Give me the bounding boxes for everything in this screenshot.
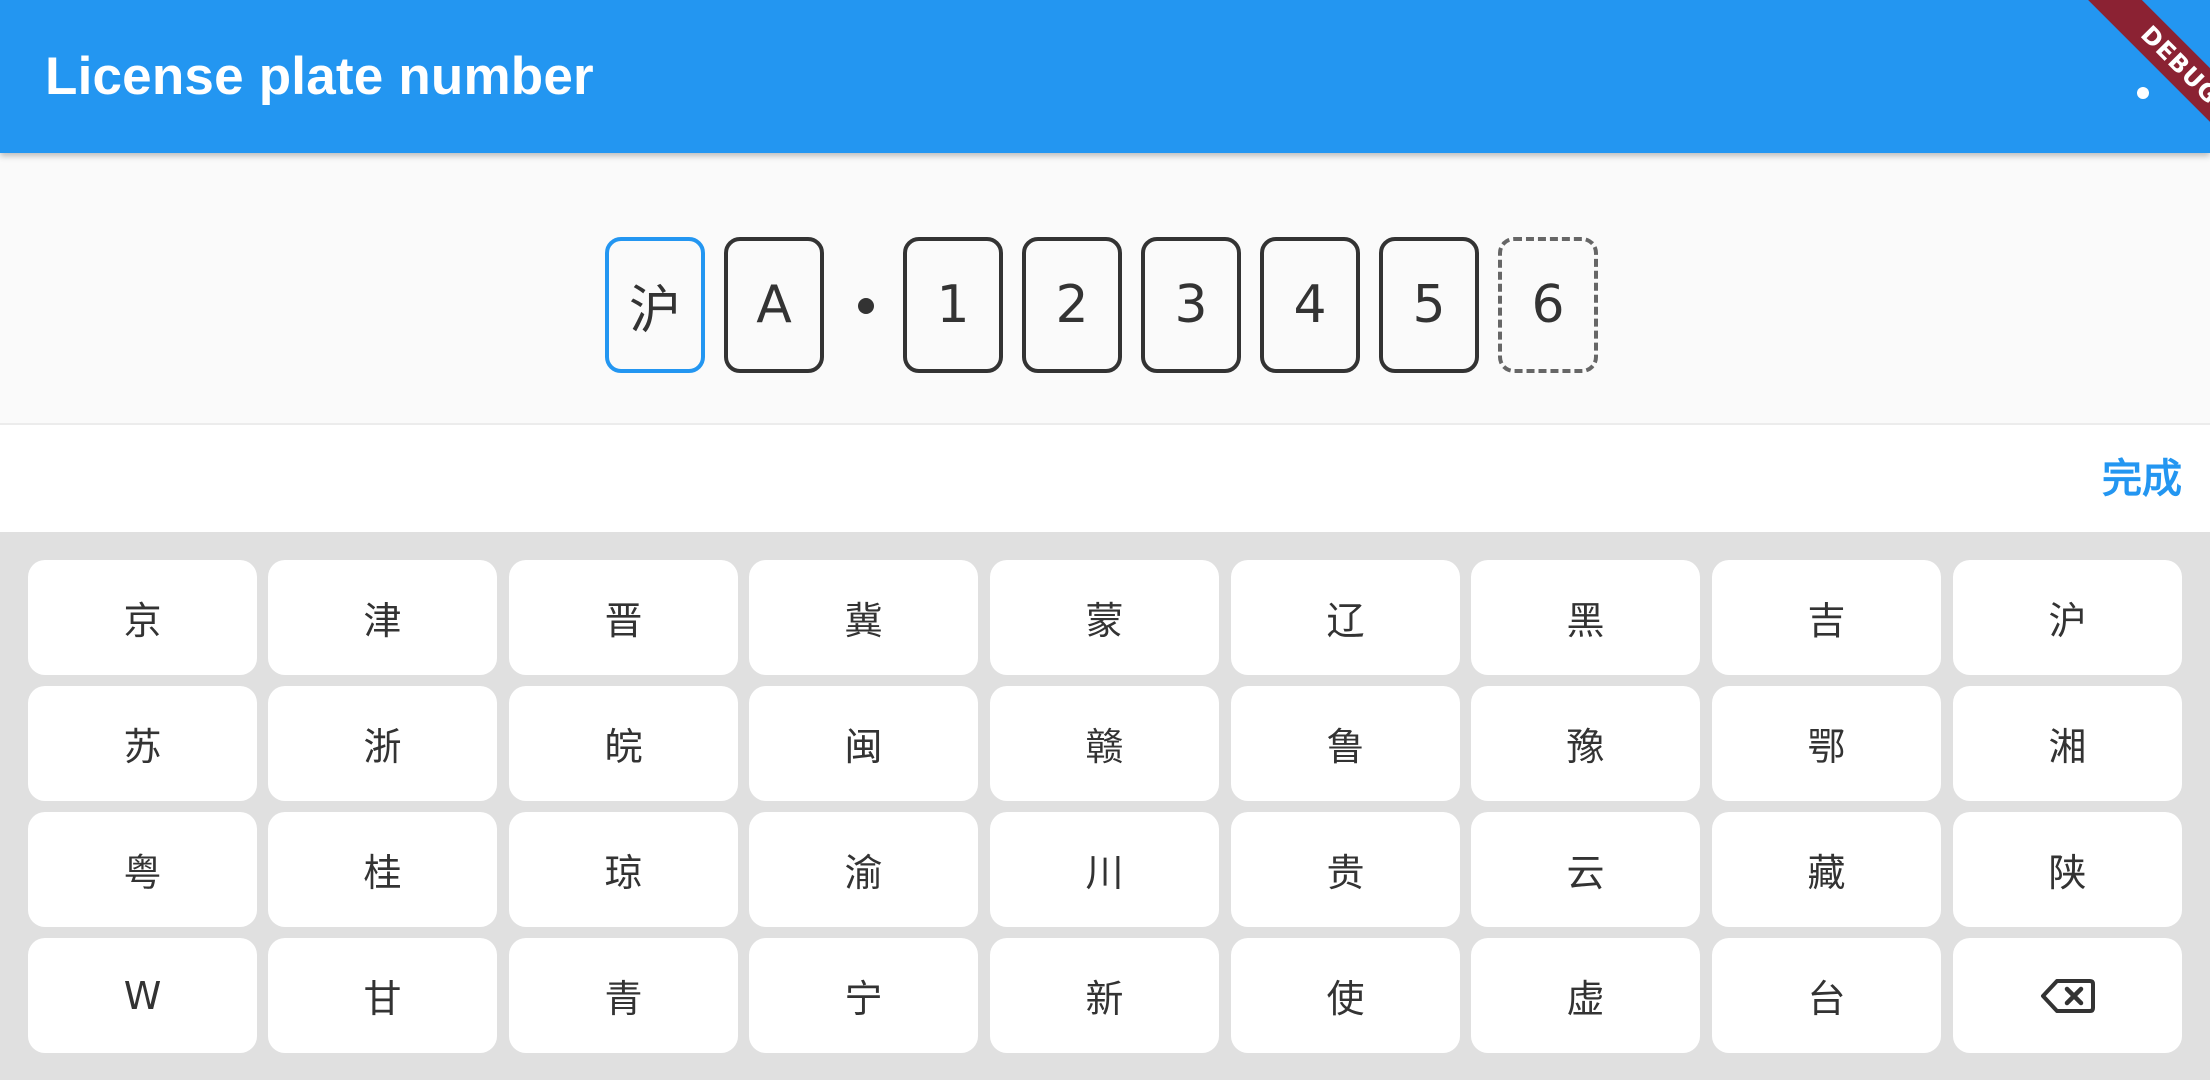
key-zhe[interactable]: 浙 xyxy=(268,686,497,801)
key-hu[interactable]: 沪 xyxy=(1953,560,2182,675)
key-ji[interactable]: 冀 xyxy=(749,560,978,675)
key-hei[interactable]: 黑 xyxy=(1471,560,1700,675)
key-w[interactable]: W xyxy=(28,938,257,1053)
done-button[interactable]: 完成 xyxy=(2102,455,2182,503)
key-gan-jiangxi[interactable]: 赣 xyxy=(990,686,1219,801)
plate-cell-1[interactable]: 1 xyxy=(903,237,1003,373)
key-jing[interactable]: 京 xyxy=(28,560,257,675)
plate-cell-5[interactable]: 5 xyxy=(1379,237,1479,373)
plate-cell-new-energy[interactable]: 6 xyxy=(1498,237,1598,373)
page-title: License plate number xyxy=(45,47,594,106)
key-liao[interactable]: 辽 xyxy=(1231,560,1460,675)
key-tai[interactable]: 台 xyxy=(1712,938,1941,1053)
backspace-icon xyxy=(2040,978,2096,1014)
plate-cell-province[interactable]: 沪 xyxy=(605,237,705,373)
key-meng[interactable]: 蒙 xyxy=(990,560,1219,675)
plate-display: 沪 A 1 2 3 4 5 6 xyxy=(0,153,2210,425)
province-keyboard: 京 津 晋 冀 蒙 辽 黑 吉 沪 苏 浙 皖 闽 赣 鲁 豫 鄂 湘 粤 桂 … xyxy=(0,532,2210,1080)
key-chuan[interactable]: 川 xyxy=(990,812,1219,927)
key-xiang[interactable]: 湘 xyxy=(1953,686,2182,801)
key-shan[interactable]: 陕 xyxy=(1953,812,2182,927)
key-yu-henan[interactable]: 豫 xyxy=(1471,686,1700,801)
key-yue[interactable]: 粤 xyxy=(28,812,257,927)
key-xin[interactable]: 新 xyxy=(990,938,1219,1053)
key-xu[interactable]: 虚 xyxy=(1471,938,1700,1053)
key-qing[interactable]: 青 xyxy=(509,938,738,1053)
key-e[interactable]: 鄂 xyxy=(1712,686,1941,801)
plate-cell-4[interactable]: 4 xyxy=(1260,237,1360,373)
key-ning[interactable]: 宁 xyxy=(749,938,978,1053)
plate-cell-3[interactable]: 3 xyxy=(1141,237,1241,373)
keyboard-toolbar: 完成 xyxy=(0,425,2210,532)
key-su[interactable]: 苏 xyxy=(28,686,257,801)
key-ji-jilin[interactable]: 吉 xyxy=(1712,560,1941,675)
key-yu-chongqing[interactable]: 渝 xyxy=(749,812,978,927)
key-gui-guangxi[interactable]: 桂 xyxy=(268,812,497,927)
app-bar: License plate number xyxy=(0,0,2210,153)
key-gan-gansu[interactable]: 甘 xyxy=(268,938,497,1053)
plate-cell-2[interactable]: 2 xyxy=(1022,237,1122,373)
overflow-dot-icon xyxy=(2137,87,2149,99)
key-qiong[interactable]: 琼 xyxy=(509,812,738,927)
key-gui-guizhou[interactable]: 贵 xyxy=(1231,812,1460,927)
key-jin[interactable]: 津 xyxy=(268,560,497,675)
backspace-key[interactable] xyxy=(1953,938,2182,1053)
key-zang[interactable]: 藏 xyxy=(1712,812,1941,927)
key-min[interactable]: 闽 xyxy=(749,686,978,801)
key-yun[interactable]: 云 xyxy=(1471,812,1700,927)
key-shi[interactable]: 使 xyxy=(1231,938,1460,1053)
plate-separator-dot xyxy=(858,298,874,314)
plate-cell-letter[interactable]: A xyxy=(724,237,824,373)
key-wan[interactable]: 皖 xyxy=(509,686,738,801)
key-lu[interactable]: 鲁 xyxy=(1231,686,1460,801)
key-jin-shanxi[interactable]: 晋 xyxy=(509,560,738,675)
